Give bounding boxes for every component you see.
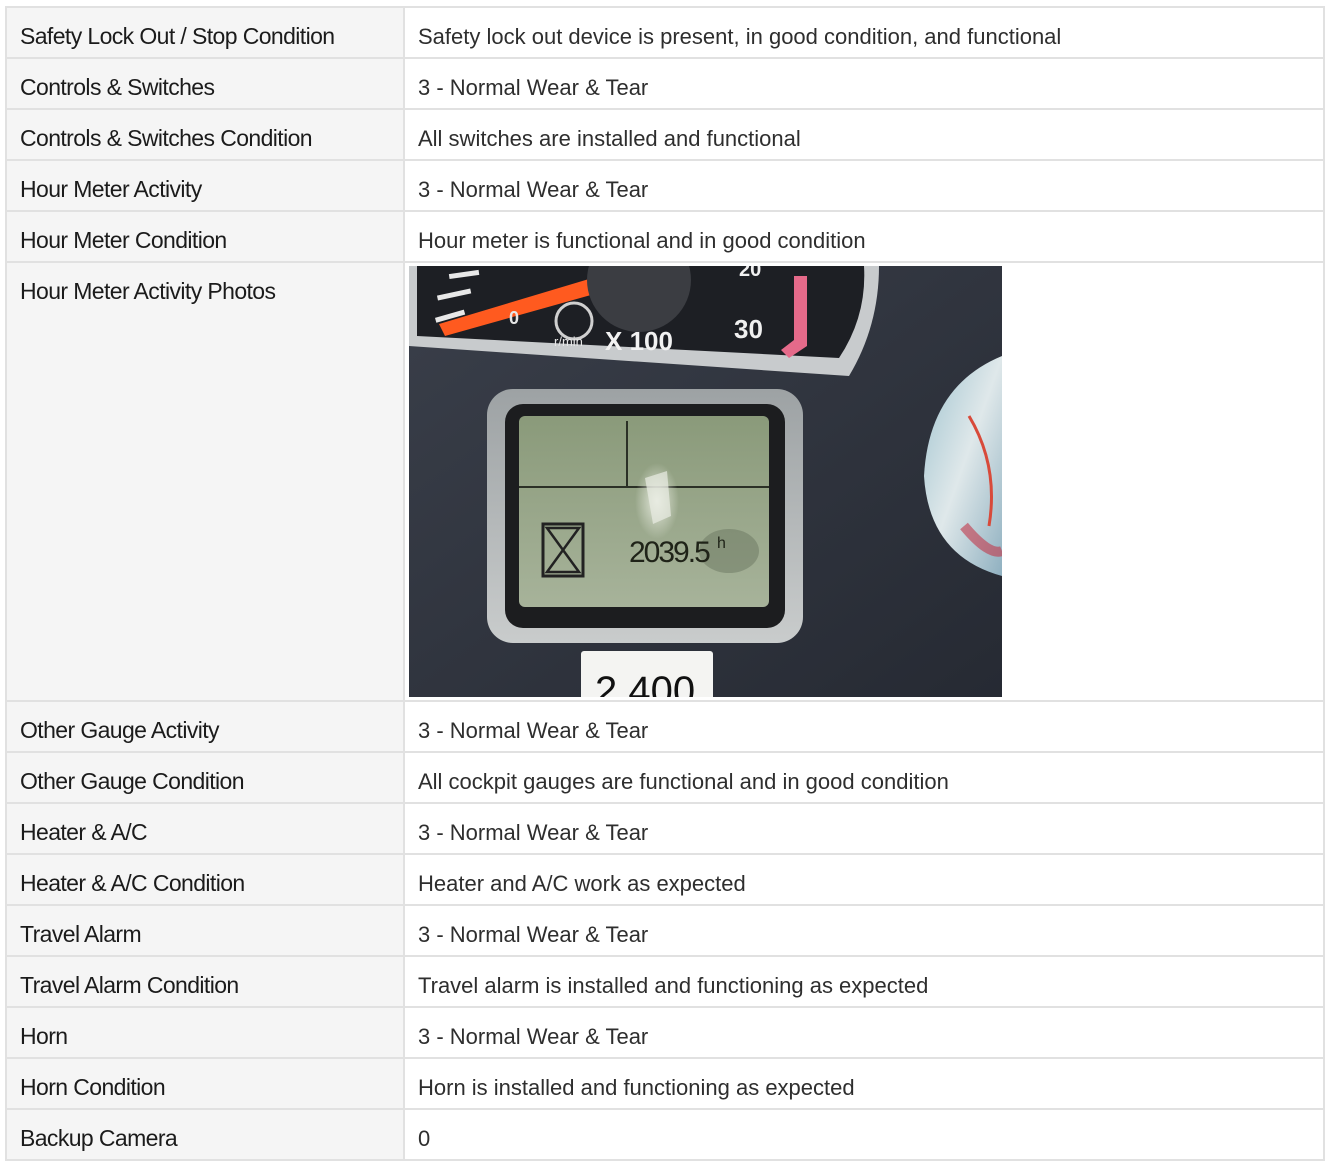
table-row-photo: Hour Meter Activity Photos 0 r/min X 100… (5, 261, 1325, 702)
row-label: Heater & A/C Condition (5, 853, 405, 906)
table-row: Horn 3 - Normal Wear & Tear (5, 1006, 1325, 1059)
row-label: Hour Meter Activity (5, 159, 405, 212)
row-label: Travel Alarm (5, 904, 405, 957)
row-label: Horn Condition (5, 1057, 405, 1110)
table-row: Other Gauge Activity 3 - Normal Wear & T… (5, 700, 1325, 753)
row-label: Travel Alarm Condition (5, 955, 405, 1008)
row-value: All cockpit gauges are functional and in… (403, 751, 1325, 804)
row-value: Hour meter is functional and in good con… (403, 210, 1325, 263)
hour-meter-photo[interactable]: 0 r/min X 100 30 20 2039.5 h 2,400 (409, 266, 1002, 697)
table-row: Controls & Switches 3 - Normal Wear & Te… (5, 57, 1325, 110)
row-label: Hour Meter Condition (5, 210, 405, 263)
photo-cell: 0 r/min X 100 30 20 2039.5 h 2,400 (403, 261, 1325, 702)
row-value: All switches are installed and functiona… (403, 108, 1325, 161)
hour-meter-reading: 2039.5 (629, 536, 710, 569)
table-row: Heater & A/C 3 - Normal Wear & Tear (5, 802, 1325, 855)
row-value: 3 - Normal Wear & Tear (403, 1006, 1325, 1059)
table-row: Controls & Switches Condition All switch… (5, 108, 1325, 161)
row-value: Horn is installed and functioning as exp… (403, 1057, 1325, 1110)
table-row: Other Gauge Condition All cockpit gauges… (5, 751, 1325, 804)
table-row: Safety Lock Out / Stop Condition Safety … (5, 6, 1325, 59)
table-row: Hour Meter Condition Hour meter is funct… (5, 210, 1325, 263)
row-value: 3 - Normal Wear & Tear (403, 802, 1325, 855)
gauge-unit-small: r/min (554, 334, 583, 349)
sticker-label: 2,400 (595, 669, 695, 697)
table-row: Backup Camera 0 (5, 1108, 1325, 1161)
row-label: Hour Meter Activity Photos (5, 261, 405, 702)
inspection-table: Safety Lock Out / Stop Condition Safety … (5, 6, 1325, 1161)
row-value: 3 - Normal Wear & Tear (403, 904, 1325, 957)
row-label: Heater & A/C (5, 802, 405, 855)
row-value: 0 (403, 1108, 1325, 1161)
row-value: Heater and A/C work as expected (403, 853, 1325, 906)
inspection-report: Safety Lock Out / Stop Condition Safety … (5, 6, 1325, 1161)
row-value: 3 - Normal Wear & Tear (403, 700, 1325, 753)
table-row: Travel Alarm Condition Travel alarm is i… (5, 955, 1325, 1008)
row-label: Backup Camera (5, 1108, 405, 1161)
hour-meter-suffix: h (717, 535, 726, 552)
row-label: Other Gauge Activity (5, 700, 405, 753)
gauge-thirty-label: 30 (734, 314, 763, 344)
table-row: Heater & A/C Condition Heater and A/C wo… (5, 853, 1325, 906)
row-label: Horn (5, 1006, 405, 1059)
table-row: Travel Alarm 3 - Normal Wear & Tear (5, 904, 1325, 957)
row-value: 3 - Normal Wear & Tear (403, 159, 1325, 212)
row-label: Controls & Switches (5, 57, 405, 110)
gauge-unit-label: X 100 (605, 326, 673, 356)
row-value: Travel alarm is installed and functionin… (403, 955, 1325, 1008)
row-label: Other Gauge Condition (5, 751, 405, 804)
row-label: Safety Lock Out / Stop Condition (5, 6, 405, 59)
table-row: Hour Meter Activity 3 - Normal Wear & Te… (5, 159, 1325, 212)
row-value: 3 - Normal Wear & Tear (403, 57, 1325, 110)
row-value: Safety lock out device is present, in go… (403, 6, 1325, 59)
table-row: Horn Condition Horn is installed and fun… (5, 1057, 1325, 1110)
gauge-twenty-label: 20 (739, 266, 761, 281)
row-label: Controls & Switches Condition (5, 108, 405, 161)
gauge-zero-label: 0 (509, 308, 519, 328)
